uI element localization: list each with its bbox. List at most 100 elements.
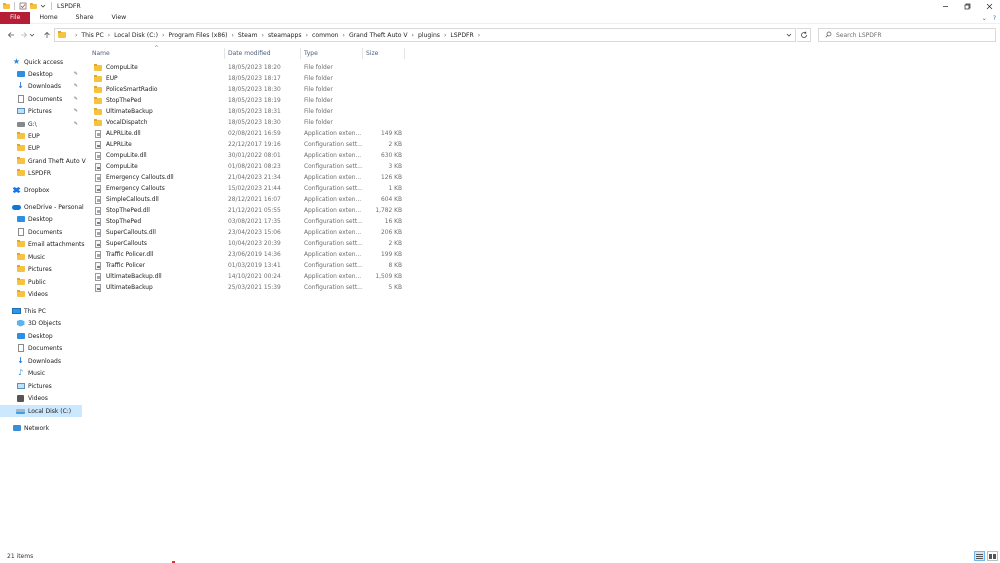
table-row[interactable]: VocalDispatch 18/05/2023 18:30 File folder <box>90 117 406 128</box>
chevron-right-icon[interactable]: › <box>258 32 268 39</box>
nav-pc-local-disk[interactable]: Local Disk (C:) <box>0 405 82 417</box>
minimize-button[interactable] <box>934 0 956 12</box>
nav-od-email-attachments[interactable]: Email attachments <box>16 238 85 250</box>
pin-icon[interactable]: ✎ <box>74 108 78 114</box>
column-divider[interactable] <box>300 48 301 59</box>
breadcrumb-local-disk[interactable]: Local Disk (C:) <box>114 32 158 39</box>
breadcrumb-steamapps[interactable]: steamapps <box>268 32 302 39</box>
nav-pc-music[interactable]: ♪ Music <box>16 367 82 379</box>
nav-od-public[interactable]: Public <box>16 276 82 288</box>
nav-onedrive[interactable]: OneDrive - Personal <box>12 201 84 213</box>
search-box[interactable]: Search LSPDFR <box>818 28 996 42</box>
large-icons-view-button[interactable] <box>987 551 998 561</box>
table-row[interactable]: PoliceSmartRadio 18/05/2023 18:30 File fol… <box>90 84 406 95</box>
pin-icon[interactable]: ✎ <box>74 121 78 127</box>
nav-qa-eup-1[interactable]: EUP <box>16 130 82 142</box>
nav-qa-lspdfr[interactable]: LSPDFR <box>16 167 82 179</box>
tab-view[interactable]: View <box>103 12 136 24</box>
nav-od-pictures[interactable]: Pictures <box>16 263 82 275</box>
help-icon[interactable]: ? <box>993 15 996 22</box>
chevron-right-icon[interactable]: › <box>71 32 81 39</box>
recent-locations-button[interactable] <box>28 28 36 42</box>
table-row[interactable]: SuperCallouts.dll 23/04/2023 15:06 Applica… <box>90 227 406 238</box>
table-row[interactable]: ALPRLite.dll 02/08/2021 16:59 Application … <box>90 128 406 139</box>
breadcrumb-plugins[interactable]: plugins <box>418 32 440 39</box>
nav-pc-desktop[interactable]: Desktop <box>16 330 82 342</box>
table-row[interactable]: Traffic Policer 01/03/2019 13:41 Configura… <box>90 260 406 271</box>
nav-qa-g-drive[interactable]: G:\ ✎ <box>16 118 82 130</box>
column-header-size[interactable]: Size <box>366 46 406 60</box>
properties-icon[interactable] <box>19 2 27 10</box>
chevron-right-icon[interactable]: › <box>302 32 312 39</box>
breadcrumb-lspdfr[interactable]: LSPDFR <box>450 32 473 39</box>
back-button[interactable] <box>4 28 17 42</box>
chevron-right-icon[interactable]: › <box>104 32 114 39</box>
nav-dropbox[interactable]: Dropbox <box>12 184 82 196</box>
column-header-date[interactable]: Date modified <box>228 46 300 60</box>
table-row[interactable]: ALPRLite 22/12/2017 19:16 Configuration se… <box>90 139 406 150</box>
column-divider[interactable] <box>404 48 405 59</box>
breadcrumb-program-files[interactable]: Program Files (x86) <box>168 32 227 39</box>
nav-od-videos[interactable]: Videos <box>16 288 82 300</box>
up-button[interactable] <box>40 28 53 42</box>
nav-pc-pictures[interactable]: Pictures <box>16 380 82 392</box>
table-row[interactable]: Traffic Policer.dll 23/06/2019 14:36 Appli… <box>90 249 406 260</box>
breadcrumb-this-pc[interactable]: This PC <box>81 32 103 39</box>
table-row[interactable]: Emergency Callouts.dll 21/04/2023 21:34 Ap… <box>90 172 406 183</box>
tab-file[interactable]: File <box>0 11 31 24</box>
nav-pc-documents[interactable]: Documents <box>16 342 82 354</box>
table-row[interactable]: CompuLite 01/08/2021 08:23 Configuration s… <box>90 161 406 172</box>
nav-qa-eup-2[interactable]: EUP <box>16 142 82 154</box>
nav-qa-documents[interactable]: Documents ✎ <box>16 93 82 105</box>
table-row[interactable]: EUP 18/05/2023 18:17 File folder <box>90 73 406 84</box>
details-view-button[interactable] <box>974 551 985 561</box>
nav-qa-desktop[interactable]: Desktop ✎ <box>16 68 82 80</box>
close-button[interactable] <box>978 0 1000 12</box>
nav-pc-videos[interactable]: Videos <box>16 392 82 404</box>
nav-qa-pictures[interactable]: Pictures ✎ <box>16 105 82 117</box>
pin-icon[interactable]: ✎ <box>74 96 78 102</box>
ribbon-expand-icon[interactable]: ⌄ <box>982 15 987 22</box>
pin-icon[interactable]: ✎ <box>74 83 78 89</box>
nav-network[interactable]: Network <box>12 422 82 434</box>
qat-dropdown-icon[interactable] <box>39 2 47 10</box>
breadcrumb-common[interactable]: common <box>312 32 339 39</box>
nav-od-music[interactable]: Music <box>16 251 82 263</box>
tab-home[interactable]: Home <box>30 12 66 24</box>
table-row[interactable]: StopThePed.dll 21/12/2021 05:55 Applicatio… <box>90 205 406 216</box>
address-bar[interactable]: › This PC › Local Disk (C:) › Program Fi… <box>54 28 796 42</box>
table-row[interactable]: CompuLite 18/05/2023 18:20 File folder <box>90 62 406 73</box>
nav-od-desktop[interactable]: Desktop <box>16 213 82 225</box>
chevron-right-icon[interactable]: › <box>339 32 349 39</box>
nav-pc-downloads[interactable]: ↓ Downloads <box>16 355 82 367</box>
chevron-right-icon[interactable]: › <box>408 32 418 39</box>
tab-share[interactable]: Share <box>67 12 103 24</box>
nav-qa-downloads[interactable]: ↓ Downloads ✎ <box>16 80 82 92</box>
address-dropdown-icon[interactable] <box>786 29 792 41</box>
new-folder-icon[interactable] <box>29 2 37 10</box>
table-row[interactable]: SuperCallouts 10/04/2023 20:39 Configurati… <box>90 238 406 249</box>
nav-od-documents[interactable]: Documents <box>16 226 82 238</box>
column-header-type[interactable]: Type <box>304 46 362 60</box>
column-divider[interactable] <box>362 48 363 59</box>
breadcrumb-steam[interactable]: Steam <box>238 32 258 39</box>
restore-button[interactable] <box>956 0 978 12</box>
table-row[interactable]: StopThePed 18/05/2023 18:19 File folder <box>90 95 406 106</box>
table-row[interactable]: StopThePed 03/08/2021 17:35 Configuration … <box>90 216 406 227</box>
table-row[interactable]: UltimateBackup 25/03/2021 15:39 Configurat… <box>90 282 406 293</box>
chevron-right-icon[interactable]: › <box>158 32 168 39</box>
table-row[interactable]: UltimateBackup.dll 14/10/2021 00:24 Applic… <box>90 271 406 282</box>
breadcrumb-gta-v[interactable]: Grand Theft Auto V <box>349 32 408 39</box>
table-row[interactable]: Emergency Callouts 15/02/2023 21:44 Config… <box>90 183 406 194</box>
pin-icon[interactable]: ✎ <box>74 71 78 77</box>
chevron-right-icon[interactable]: › <box>227 32 237 39</box>
nav-quick-access[interactable]: ★ Quick access <box>12 56 82 68</box>
chevron-right-icon[interactable]: › <box>474 32 484 39</box>
table-row[interactable]: CompuLite.dll 30/01/2022 08:01 Application… <box>90 150 406 161</box>
column-divider[interactable] <box>224 48 225 59</box>
nav-qa-gta-v[interactable]: Grand Theft Auto V <box>16 155 86 167</box>
nav-pc-3d-objects[interactable]: 3D Objects <box>16 317 82 329</box>
table-row[interactable]: UltimateBackup 18/05/2023 18:31 File folde… <box>90 106 406 117</box>
nav-this-pc[interactable]: This PC <box>12 305 82 317</box>
chevron-right-icon[interactable]: › <box>440 32 450 39</box>
